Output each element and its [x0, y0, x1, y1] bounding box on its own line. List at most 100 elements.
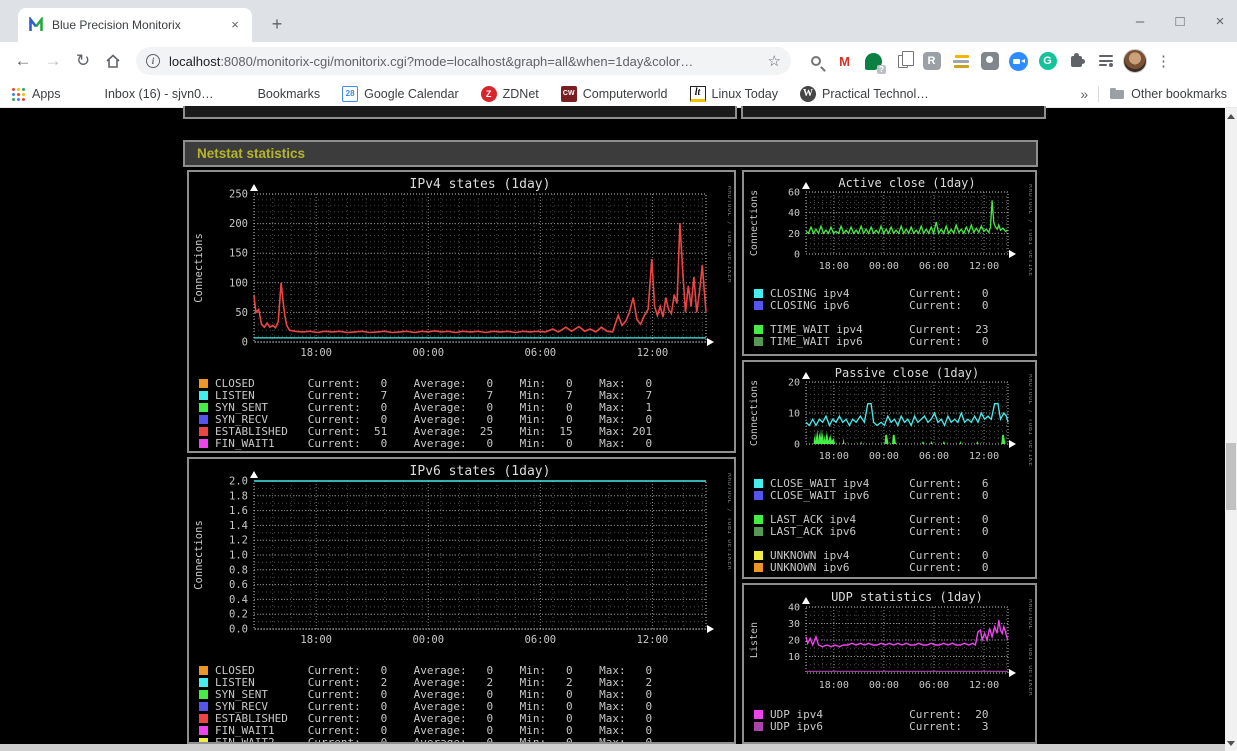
- legend-swatch: [199, 438, 208, 448]
- legend-swatch: [199, 701, 208, 711]
- graph-udp-statistics[interactable]: 18:00 00:00 06:00 12:00 10 20 30 40 UDP statisti…: [742, 583, 1037, 744]
- scrollbar-down-arrow-icon[interactable]: [1225, 737, 1237, 749]
- puzzle-extensions-icon[interactable]: [1062, 47, 1091, 75]
- legend-row: UNKNOWN ipv6 Current: 0: [754, 560, 1035, 574]
- grammarly-extension-icon[interactable]: G: [1033, 47, 1062, 75]
- tab-title: Blue Precision Monitorix: [52, 18, 181, 32]
- svg-text:Connections: Connections: [193, 520, 205, 590]
- window-maximize-button[interactable]: □: [1171, 13, 1189, 30]
- new-tab-button[interactable]: +: [264, 11, 290, 37]
- legend-text: FIN_WAIT2 Current: 0 Average: 0 Min: 0 M…: [215, 449, 652, 452]
- tab-close-icon[interactable]: ×: [226, 16, 244, 34]
- graph-active-close[interactable]: 18:00 00:00 06:00 12:00 0 20 40 60 Active close …: [742, 170, 1037, 356]
- svg-text:20: 20: [788, 378, 800, 389]
- legend-row: CLOSING ipv4 Current: 0: [754, 287, 1035, 300]
- reload-button[interactable]: ↻: [68, 51, 98, 71]
- zoom-extension-icon[interactable]: [1004, 47, 1033, 75]
- home-button[interactable]: [98, 52, 128, 70]
- bookmark-item-3[interactable]: 28 Google Calendar: [342, 85, 459, 102]
- legend-swatch: [754, 324, 763, 334]
- back-button[interactable]: ←: [8, 51, 38, 71]
- profile-avatar[interactable]: [1120, 47, 1149, 75]
- legend-row: UDP ipv6 Current: 3: [754, 719, 1035, 733]
- star-blue-icon: [236, 86, 252, 102]
- bookmark-item-5[interactable]: CW Computerworld: [560, 85, 668, 102]
- scrollbar-up-arrow-icon[interactable]: [1225, 110, 1237, 122]
- chrome-menu-icon[interactable]: ⋮: [1149, 47, 1178, 75]
- gmail-extension-icon[interactable]: M: [830, 47, 859, 75]
- bookmark-item-0[interactable]: Apps: [10, 86, 61, 102]
- chart-canvas: 18:00 00:00 06:00 12:00 0.0 0.2 0.4 0.6 0.8 1.0 1.…: [193, 464, 734, 646]
- hangouts-extension-icon[interactable]: [859, 47, 888, 75]
- lamp-extension-icon[interactable]: [975, 47, 1004, 75]
- legend-row: SYN_SENT Current: 0 Average: 0 Min: 0 Ma…: [199, 401, 734, 414]
- legend-row: SYN_RECV Current: 0 Average: 0 Min: 0 Ma…: [199, 700, 734, 713]
- legend-swatch: [199, 402, 208, 412]
- bookmark-label: Linux Today: [711, 86, 779, 101]
- bookmark-item-6[interactable]: lt Linux Today: [689, 85, 779, 102]
- legend-text: UNKNOWN ipv6 Current: 0: [770, 560, 989, 574]
- legend-swatch: [754, 550, 763, 560]
- window-close-button[interactable]: ×: [1211, 13, 1229, 30]
- svg-text:2.0: 2.0: [229, 476, 248, 488]
- copy-pages-extension-icon[interactable]: [888, 47, 917, 75]
- cw-icon: CW: [560, 85, 577, 102]
- legend-text: CLOSE_WAIT ipv6 Current: 0: [770, 488, 989, 502]
- bookmarks-overflow-chevron[interactable]: »: [1080, 86, 1088, 102]
- page-info-icon[interactable]: i: [146, 54, 160, 68]
- svg-text:0: 0: [794, 250, 800, 261]
- monitorix-favicon: [29, 17, 43, 31]
- graph-passive-close[interactable]: 18:00 00:00 06:00 12:00 0 10 20 Passive close (…: [742, 360, 1037, 579]
- svg-text:12:00: 12:00: [637, 634, 669, 646]
- legend-swatch: [199, 677, 208, 687]
- previous-section-box-left: [183, 106, 737, 119]
- browser-toolbar: ← → ↻ i localhost:8080/monitorix-cgi/mon…: [0, 42, 1237, 80]
- bookmark-item-4[interactable]: Z ZDNet: [480, 85, 539, 102]
- svg-text:1.8: 1.8: [229, 490, 248, 502]
- legend-swatch: [199, 414, 208, 424]
- chart-legend: CLOSED Current: 0 Average: 0 Min: 0 Max:…: [191, 377, 734, 452]
- svg-text:Connections: Connections: [749, 380, 760, 446]
- bookmarks-bar: Apps Inbox (16) - sjvn0… Bookmarks 28 Google…: [0, 80, 1237, 108]
- legend-swatch: [754, 300, 763, 310]
- bookmark-item-2[interactable]: Bookmarks: [236, 86, 321, 102]
- scrollbar-thumb[interactable]: [1226, 443, 1236, 510]
- gmail-icon: [83, 86, 99, 102]
- legend-swatch: [199, 725, 208, 735]
- svg-text:Listen: Listen: [749, 622, 760, 658]
- reader-extension-icon[interactable]: R: [917, 47, 946, 75]
- library-extension-icon[interactable]: [946, 47, 975, 75]
- legend-spacer: [754, 501, 1035, 513]
- legend-row: FIN_WAIT2 Current: 0 Average: 0 Min: 0 M…: [199, 736, 734, 742]
- svg-text:RRDTOOL / TOBI OETIKER: RRDTOOL / TOBI OETIKER: [1027, 184, 1032, 276]
- playlist-extension-icon[interactable]: [1091, 47, 1120, 75]
- url-text: localhost:8080/monitorix-cgi/monitorix.c…: [169, 54, 762, 69]
- legend-spacer: [754, 311, 1035, 323]
- search-icon[interactable]: [801, 47, 830, 75]
- graph-ipv6-states[interactable]: 18:00 00:00 06:00 12:00 0.0 0.2 0.4 0.6 0.8 1.0 1.…: [187, 457, 736, 744]
- svg-text:0: 0: [794, 440, 800, 451]
- other-bookmarks-button[interactable]: Other bookmarks: [1109, 86, 1227, 102]
- forward-button[interactable]: →: [38, 51, 68, 71]
- legend-text: UDP ipv6 Current: 3: [770, 719, 989, 733]
- svg-text:30: 30: [788, 619, 800, 630]
- svg-text:06:00: 06:00: [525, 634, 557, 646]
- legend-text: LAST_ACK ipv6 Current: 0: [770, 524, 989, 538]
- svg-text:50: 50: [235, 307, 248, 319]
- legend-swatch: [754, 490, 763, 500]
- svg-text:200: 200: [229, 218, 248, 230]
- svg-text:Connections: Connections: [193, 233, 205, 303]
- bookmark-item-7[interactable]: W Practical Technol…: [800, 85, 929, 102]
- graph-ipv4-states[interactable]: 18:00 00:00 06:00 12:00 0 50 100 150 200 250 IPv4 …: [187, 170, 736, 453]
- bookmark-label: Google Calendar: [364, 86, 459, 101]
- address-bar[interactable]: i localhost:8080/monitorix-cgi/monitorix…: [136, 47, 791, 75]
- browser-tab[interactable]: Blue Precision Monitorix ×: [18, 8, 252, 42]
- svg-text:0: 0: [242, 337, 248, 349]
- legend-swatch: [199, 450, 208, 451]
- legend-swatch: [754, 721, 763, 731]
- vertical-scrollbar[interactable]: [1225, 108, 1237, 751]
- bookmark-item-1[interactable]: Inbox (16) - sjvn0…: [83, 86, 214, 102]
- bookmark-star-icon[interactable]: ☆: [768, 52, 781, 70]
- legend-swatch: [754, 562, 763, 572]
- window-minimize-button[interactable]: –: [1131, 13, 1149, 30]
